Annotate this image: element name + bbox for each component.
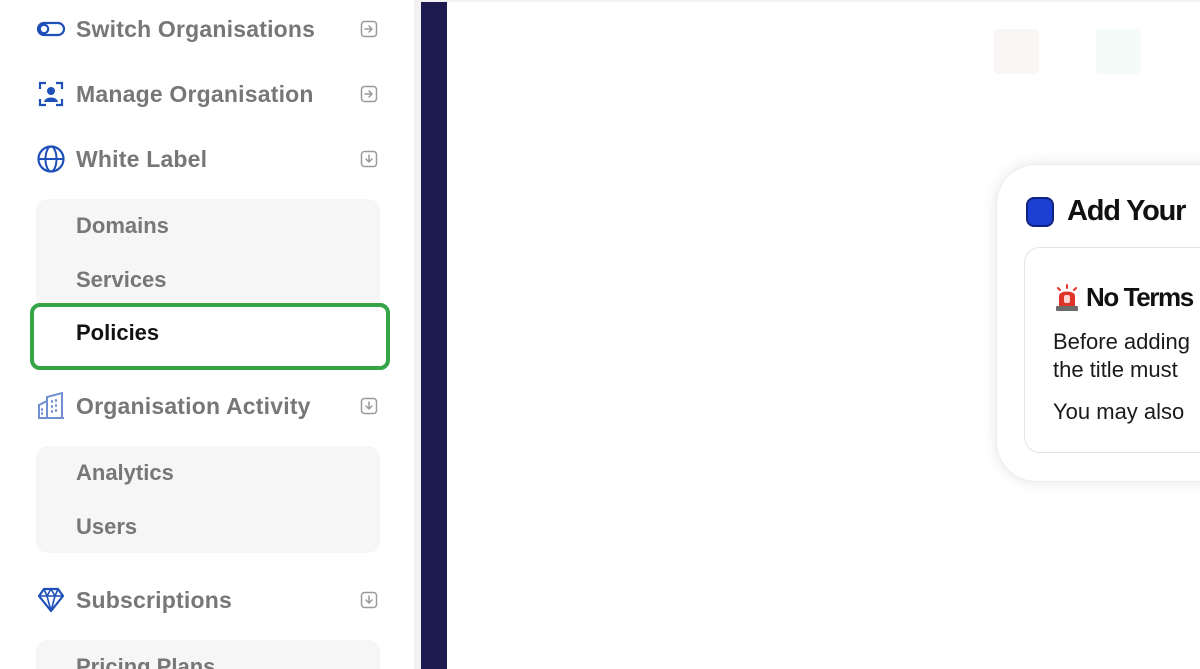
sidebar-item-policies[interactable]: Policies: [36, 311, 380, 355]
alert-header: No Terms: [1054, 282, 1194, 313]
sidebar-item-domains[interactable]: Domains: [36, 204, 380, 248]
sidebar-item-label: Switch Organisations: [76, 15, 316, 42]
arrow-right-icon: [360, 20, 378, 38]
sidebar-item-organisation-activity[interactable]: Organisation Activity: [36, 386, 380, 426]
sidebar-item-label: Manage Organisation: [76, 80, 314, 107]
sidebar-item-analytics[interactable]: Analytics: [36, 451, 380, 495]
alert-text-line: You may also: [1053, 399, 1185, 424]
sidebar-item-label: Policies: [76, 320, 160, 345]
arrow-down-icon: [360, 150, 378, 168]
subscriptions-submenu: Pricing Plans: [36, 640, 380, 669]
arrow-right-icon: [360, 85, 378, 103]
divider: [414, 0, 421, 669]
sidebar-item-subscriptions[interactable]: Subscriptions: [36, 580, 380, 620]
globe-icon: [36, 144, 66, 174]
organisation-activity-submenu: Analytics Users: [36, 446, 380, 553]
sidebar-item-label: White Label: [76, 145, 208, 172]
dark-side-bar: [421, 2, 447, 669]
sidebar-item-switch-organisations[interactable]: Switch Organisations: [36, 9, 380, 49]
main-content: Add Your No Terms Before adding the titl…: [447, 2, 1200, 669]
app-frame: Switch Organisations Manage Organisation: [0, 0, 1200, 669]
sidebar-item-label: Services: [76, 267, 167, 292]
sidebar-item-pricing-plans[interactable]: Pricing Plans: [36, 645, 380, 669]
sidebar-item-label: Pricing Plans: [76, 654, 216, 669]
toggle-icon: [36, 14, 66, 44]
placeholder-square: [1096, 29, 1141, 74]
alert-title: No Terms: [1086, 282, 1194, 312]
card-title: Add Your: [1067, 195, 1186, 227]
sidebar-item-white-label[interactable]: White Label: [36, 139, 380, 179]
diamond-icon: [36, 585, 66, 615]
buildings-icon: [36, 391, 66, 421]
card-header: Add Your: [1025, 195, 1186, 228]
placeholder-square: [994, 29, 1039, 74]
alert-panel: No Terms Before adding the title must Yo…: [1024, 247, 1200, 453]
sidebar-item-label: Users: [76, 514, 138, 539]
sidebar-item-label: Domains: [76, 213, 169, 238]
sidebar-item-label: Subscriptions: [76, 586, 232, 613]
alert-text-line: Before adding: [1053, 329, 1190, 354]
sidebar-item-label: Organisation Activity: [76, 392, 311, 419]
alert-text-line: the title must: [1053, 357, 1178, 382]
arrow-down-icon: [360, 397, 378, 415]
add-terms-card: Add Your No Terms Before adding the titl…: [996, 164, 1200, 482]
sidebar-item-users[interactable]: Users: [36, 505, 380, 549]
database-icon: [1025, 196, 1055, 228]
user-frame-icon: [36, 79, 66, 109]
sidebar: Switch Organisations Manage Organisation: [0, 0, 414, 669]
arrow-down-icon: [360, 591, 378, 609]
sidebar-item-label: Analytics: [76, 460, 174, 485]
siren-icon: [1054, 283, 1080, 312]
sidebar-item-services[interactable]: Services: [36, 258, 380, 302]
sidebar-item-manage-organisation[interactable]: Manage Organisation: [36, 74, 380, 114]
